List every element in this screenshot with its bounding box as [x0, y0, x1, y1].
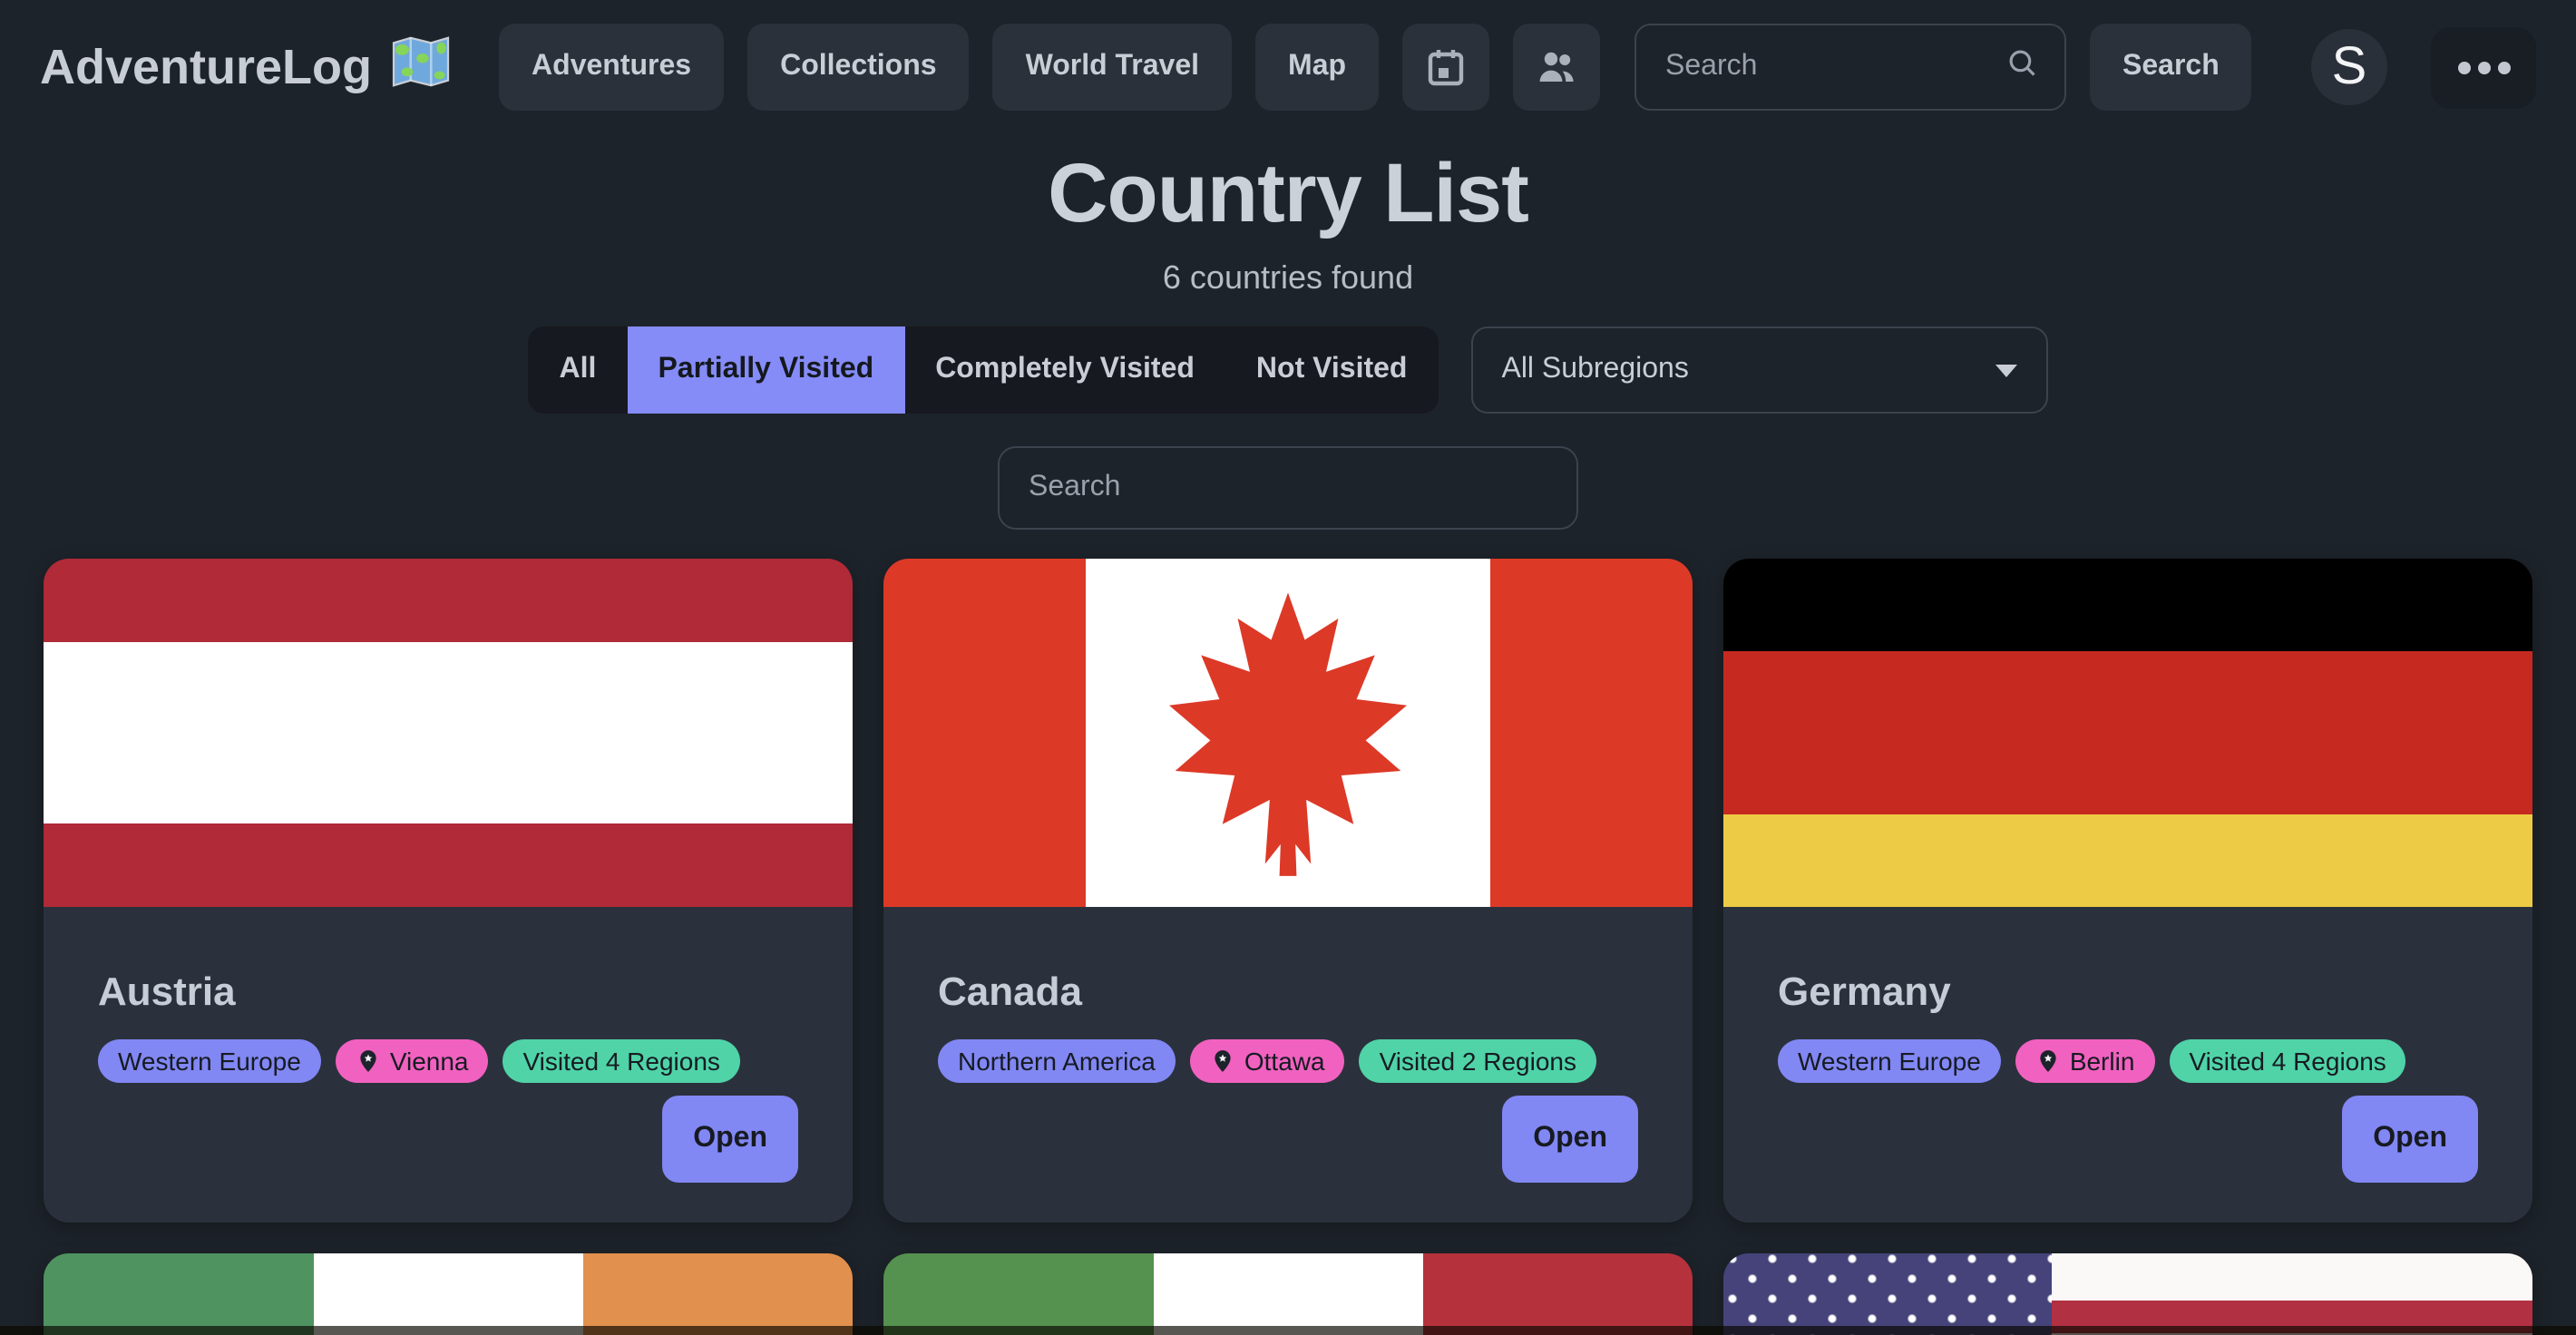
country-badges: Western Europe Vienna Visited 4 Regions [98, 1039, 798, 1083]
country-card: Austria Western Europe Vienna Visited 4 … [44, 559, 853, 1223]
users-button[interactable] [1513, 24, 1600, 111]
navbar-search [1634, 24, 2066, 111]
visited-badge: Visited 4 Regions [503, 1039, 740, 1083]
nav-world-travel-button[interactable]: World Travel [993, 24, 1232, 111]
calendar-button[interactable] [1402, 24, 1489, 111]
usa-stripes [2051, 1253, 2532, 1335]
capital-badge: Vienna [336, 1039, 489, 1083]
open-button[interactable]: Open [2342, 1096, 2478, 1183]
country-card-body: Germany Western Europe Berlin Visited 4 … [1723, 907, 2532, 1223]
brand-logo[interactable]: AdventureLog [40, 34, 452, 101]
usa-canton [1723, 1253, 2051, 1335]
visited-badge: Visited 4 Regions [2169, 1039, 2405, 1083]
open-button[interactable]: Open [1502, 1096, 1638, 1183]
users-icon [1535, 45, 1578, 89]
viewport-bottom-edge [0, 1326, 2576, 1335]
search-icon [2005, 45, 2039, 89]
capital-badge: Berlin [2015, 1039, 2155, 1083]
country-card: Canada Northern America Ottawa Visited 2… [883, 559, 1693, 1223]
subregion-select[interactable]: All Subregions [1470, 326, 2047, 414]
country-flag [883, 559, 1693, 907]
chevron-down-icon [1995, 364, 2016, 376]
results-count: 6 countries found [0, 259, 2576, 297]
country-flag [883, 1253, 1693, 1335]
tab-not-visited[interactable]: Not Visited [1225, 326, 1439, 414]
brand-text: AdventureLog [40, 39, 372, 95]
country-name: Germany [1778, 969, 2478, 1016]
country-card [883, 1253, 1693, 1335]
navbar-search-button[interactable]: Search [2090, 24, 2252, 111]
country-flag [1723, 559, 2532, 907]
country-grid: Austria Western Europe Vienna Visited 4 … [44, 559, 2532, 1335]
visited-badge: Visited 2 Regions [1360, 1039, 1596, 1083]
ellipsis-icon [2457, 61, 2510, 73]
tab-partially-visited[interactable]: Partially Visited [627, 326, 904, 414]
country-search [0, 446, 2576, 530]
region-badge: Western Europe [98, 1039, 321, 1083]
region-badge: Western Europe [1778, 1039, 2001, 1083]
open-button[interactable]: Open [662, 1096, 798, 1183]
navbar-search-input[interactable] [1662, 49, 2005, 85]
map-pin-icon [356, 1048, 381, 1074]
nav-links: Adventures Collections World Travel Map [499, 24, 2252, 111]
subregion-select-value: All Subregions [1501, 354, 1688, 386]
map-pin-icon [2035, 1048, 2061, 1074]
country-search-input[interactable] [998, 446, 1578, 530]
visited-filter-tabs: All Partially Visited Completely Visited… [529, 326, 1439, 414]
tab-all[interactable]: All [529, 326, 628, 414]
country-card [44, 1253, 853, 1335]
navbar: AdventureLog Adventures Collections Worl… [0, 0, 2576, 134]
avatar[interactable]: S [2311, 29, 2387, 105]
country-card-body: Austria Western Europe Vienna Visited 4 … [44, 907, 853, 1223]
country-flag [44, 1253, 853, 1335]
country-badges: Western Europe Berlin Visited 4 Regions [1778, 1039, 2478, 1083]
nav-map-button[interactable]: Map [1255, 24, 1379, 111]
country-flag [1723, 1253, 2532, 1335]
country-name: Canada [938, 969, 1638, 1016]
calendar-icon [1424, 45, 1468, 89]
filter-bar: All Partially Visited Completely Visited… [0, 326, 2576, 414]
country-card: Germany Western Europe Berlin Visited 4 … [1723, 559, 2532, 1223]
more-options-button[interactable] [2431, 26, 2536, 108]
country-flag [44, 559, 853, 907]
navbar-right: S [2311, 26, 2536, 108]
nav-adventures-button[interactable]: Adventures [499, 24, 724, 111]
country-card [1723, 1253, 2532, 1335]
page-title: Country List [0, 143, 2576, 241]
country-card-body: Canada Northern America Ottawa Visited 2… [883, 907, 1693, 1223]
app-root: AdventureLog Adventures Collections Worl… [0, 0, 2576, 1335]
tab-completely-visited[interactable]: Completely Visited [904, 326, 1225, 414]
map-emoji-icon [390, 34, 452, 101]
map-pin-icon [1210, 1048, 1235, 1074]
country-name: Austria [98, 969, 798, 1016]
capital-badge: Ottawa [1190, 1039, 1345, 1083]
nav-collections-button[interactable]: Collections [747, 24, 969, 111]
region-badge: Northern America [938, 1039, 1176, 1083]
country-badges: Northern America Ottawa Visited 2 Region… [938, 1039, 1638, 1083]
